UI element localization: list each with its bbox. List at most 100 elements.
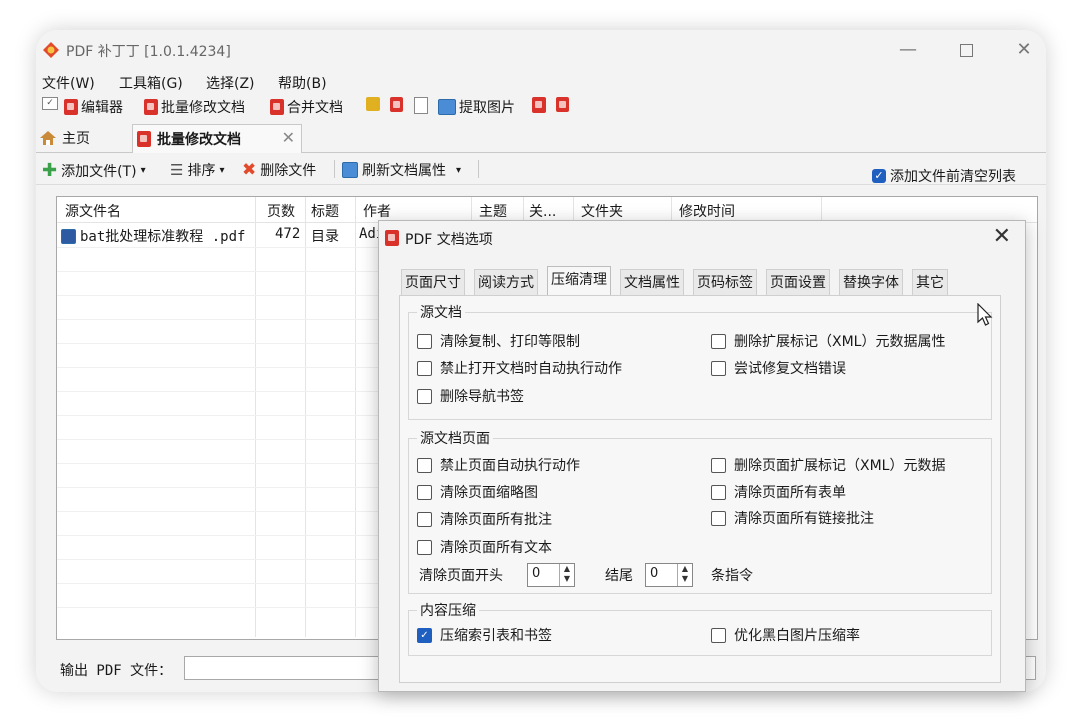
col-subject[interactable]: 主题 (479, 201, 507, 221)
row-line (57, 319, 387, 320)
stepper-arrows-icon[interactable]: ▲ ▼ (677, 564, 692, 586)
tool-e-button[interactable] (556, 97, 569, 112)
col-modified[interactable]: 修改时间 (679, 201, 735, 221)
add-files-button[interactable]: ✚ 添加文件(T) ▾ (42, 160, 146, 181)
col-folder[interactable]: 文件夹 (581, 201, 623, 221)
col-keywords[interactable]: 关... (529, 201, 556, 221)
opt-delete-xml-meta[interactable]: 删除扩展标记（XML）元数据属性 (711, 331, 945, 351)
tool-c-icon (414, 97, 428, 114)
pdf-file-icon (61, 228, 76, 244)
group-source-doc-title: 源文档 (417, 302, 465, 322)
checkbox-icon (711, 333, 726, 349)
tab-batch-modify-label: 批量修改文档 (157, 132, 241, 148)
dialog-close-button[interactable]: ✕ (993, 224, 1011, 249)
opt-clear-annotations[interactable]: 清除页面所有批注 (417, 509, 552, 529)
col-title[interactable]: 标题 (311, 201, 339, 221)
col-pages[interactable]: 页数 (267, 201, 295, 221)
merge-button[interactable]: 合并文档 (270, 97, 343, 117)
opt-clear-forms[interactable]: 清除页面所有表单 (711, 482, 846, 502)
row-line (57, 583, 387, 584)
tab-page-setup[interactable]: 页面设置 (766, 269, 830, 296)
group-source-doc: 源文档 清除复制、打印等限制 删除扩展标记（XML）元数据属性 禁止打开文档时自… (408, 302, 992, 420)
sort-button[interactable]: ☰ 排序 ▾ (170, 160, 224, 180)
refresh-props-button[interactable]: 刷新文档属性 ▾ (342, 160, 461, 180)
opt-delete-bookmarks[interactable]: 删除导航书签 (417, 386, 524, 406)
opt-disable-open-actions[interactable]: 禁止打开文档时自动执行动作 (417, 358, 622, 378)
tool-b-button[interactable] (390, 97, 403, 112)
opt-clear-text[interactable]: 清除页面所有文本 (417, 537, 552, 557)
sort-icon: ☰ (170, 161, 184, 179)
menu-select[interactable]: 选择(Z) (206, 73, 255, 93)
row-filename-text: bat批处理标准教程 .pdf (80, 229, 246, 245)
batch-modify-button[interactable]: 批量修改文档 (144, 97, 245, 117)
dialog-title: PDF 文档选项 (405, 232, 493, 248)
opt-optimize-bw-images[interactable]: 优化黑白图片压缩率 (711, 625, 860, 645)
opt-label: 禁止页面自动执行动作 (440, 458, 580, 474)
opt-label: 清除页面缩略图 (440, 485, 538, 501)
clear-head-stepper[interactable]: 0 ▲ ▼ (527, 563, 575, 587)
opt-label: 删除导航书签 (440, 389, 524, 405)
instructions-label: 条指令 (711, 568, 753, 584)
tab-close-button[interactable]: ✕ (282, 128, 295, 147)
minimize-button[interactable]: — (888, 36, 928, 64)
editor-button[interactable]: 编辑器 (64, 97, 123, 117)
col-filename[interactable]: 源文件名 (65, 201, 121, 221)
row-line (57, 559, 387, 560)
group-source-pages: 源文档页面 禁止页面自动执行动作 删除页面扩展标记（XML）元数据 清除页面缩略… (408, 428, 992, 594)
delete-x-icon: ✖ (242, 160, 257, 180)
tab-compress-clean[interactable]: 压缩清理 (547, 266, 611, 296)
row-line (57, 391, 387, 392)
tab-doc-props[interactable]: 文档属性 (620, 269, 684, 296)
opt-delete-page-xml[interactable]: 删除页面扩展标记（XML）元数据 (711, 455, 945, 475)
row-line (57, 271, 387, 272)
close-window-button[interactable]: ✕ (1004, 36, 1044, 64)
checkbox-icon (417, 511, 432, 527)
maximize-button[interactable] (946, 36, 986, 64)
menu-toolbox[interactable]: 工具箱(G) (119, 73, 183, 93)
clear-list-checkbox[interactable]: ✓ 添加文件前清空列表 (872, 166, 1016, 186)
tab-batch-modify[interactable]: 批量修改文档 ✕ (132, 124, 302, 153)
tab-home-label: 主页 (62, 131, 90, 147)
opt-label: 禁止打开文档时自动执行动作 (440, 361, 622, 377)
opt-clear-thumbnails[interactable]: 清除页面缩略图 (417, 482, 538, 502)
checkbox-icon (711, 457, 726, 473)
menu-file[interactable]: 文件(W) (42, 73, 95, 93)
row-line (57, 607, 387, 608)
checkbox-checked-icon: ✓ (872, 169, 886, 183)
opt-compress-xref[interactable]: ✓ 压缩索引表和书签 (417, 625, 552, 645)
opt-clear-restrictions[interactable]: 清除复制、打印等限制 (417, 331, 580, 351)
menu-help[interactable]: 帮助(B) (278, 73, 327, 93)
sort-dropdown-icon[interactable]: ▾ (219, 165, 224, 176)
tool-a-button[interactable] (366, 97, 380, 111)
image-icon (438, 99, 456, 115)
delete-files-label: 删除文件 (260, 163, 317, 179)
tab-page-size[interactable]: 页面尺寸 (401, 269, 465, 296)
tab-page-labels[interactable]: 页码标签 (693, 269, 757, 296)
tab-other[interactable]: 其它 (912, 269, 948, 296)
delete-files-button[interactable]: ✖ 删除文件 (242, 160, 316, 180)
tail-stepper[interactable]: 0 ▲ ▼ (645, 563, 693, 587)
refresh-dropdown-icon[interactable]: ▾ (456, 165, 461, 176)
row-line (57, 535, 387, 536)
col-author[interactable]: 作者 (363, 201, 391, 221)
opt-repair-errors[interactable]: 尝试修复文档错误 (711, 358, 846, 378)
row-title: 目录 (311, 229, 339, 245)
tab-replace-fonts[interactable]: 替换字体 (839, 269, 903, 296)
tool-d-button[interactable] (532, 97, 546, 113)
opt-label: 清除页面所有批注 (440, 512, 552, 528)
add-files-dropdown-icon[interactable]: ▾ (141, 165, 146, 176)
opt-clear-link-annotations[interactable]: 清除页面所有链接批注 (711, 508, 874, 528)
tool-a-icon (366, 97, 380, 111)
tab-reading-mode[interactable]: 阅读方式 (474, 269, 538, 296)
output-label: 输出 PDF 文件： (60, 663, 173, 679)
tab-home[interactable]: 主页 (36, 124, 130, 152)
compress-clean-panel: 源文档 清除复制、打印等限制 删除扩展标记（XML）元数据属性 禁止打开文档时自… (399, 295, 1001, 683)
add-files-label: 添加文件(T) (61, 163, 137, 180)
extract-images-label: 提取图片 (459, 100, 515, 116)
checkbox-icon (417, 388, 432, 404)
extract-images-button[interactable]: 提取图片 (438, 97, 515, 117)
tool-c-button[interactable] (414, 97, 428, 114)
row-line (57, 343, 387, 344)
opt-disable-page-actions[interactable]: 禁止页面自动执行动作 (417, 455, 580, 475)
stepper-arrows-icon[interactable]: ▲ ▼ (559, 564, 574, 586)
